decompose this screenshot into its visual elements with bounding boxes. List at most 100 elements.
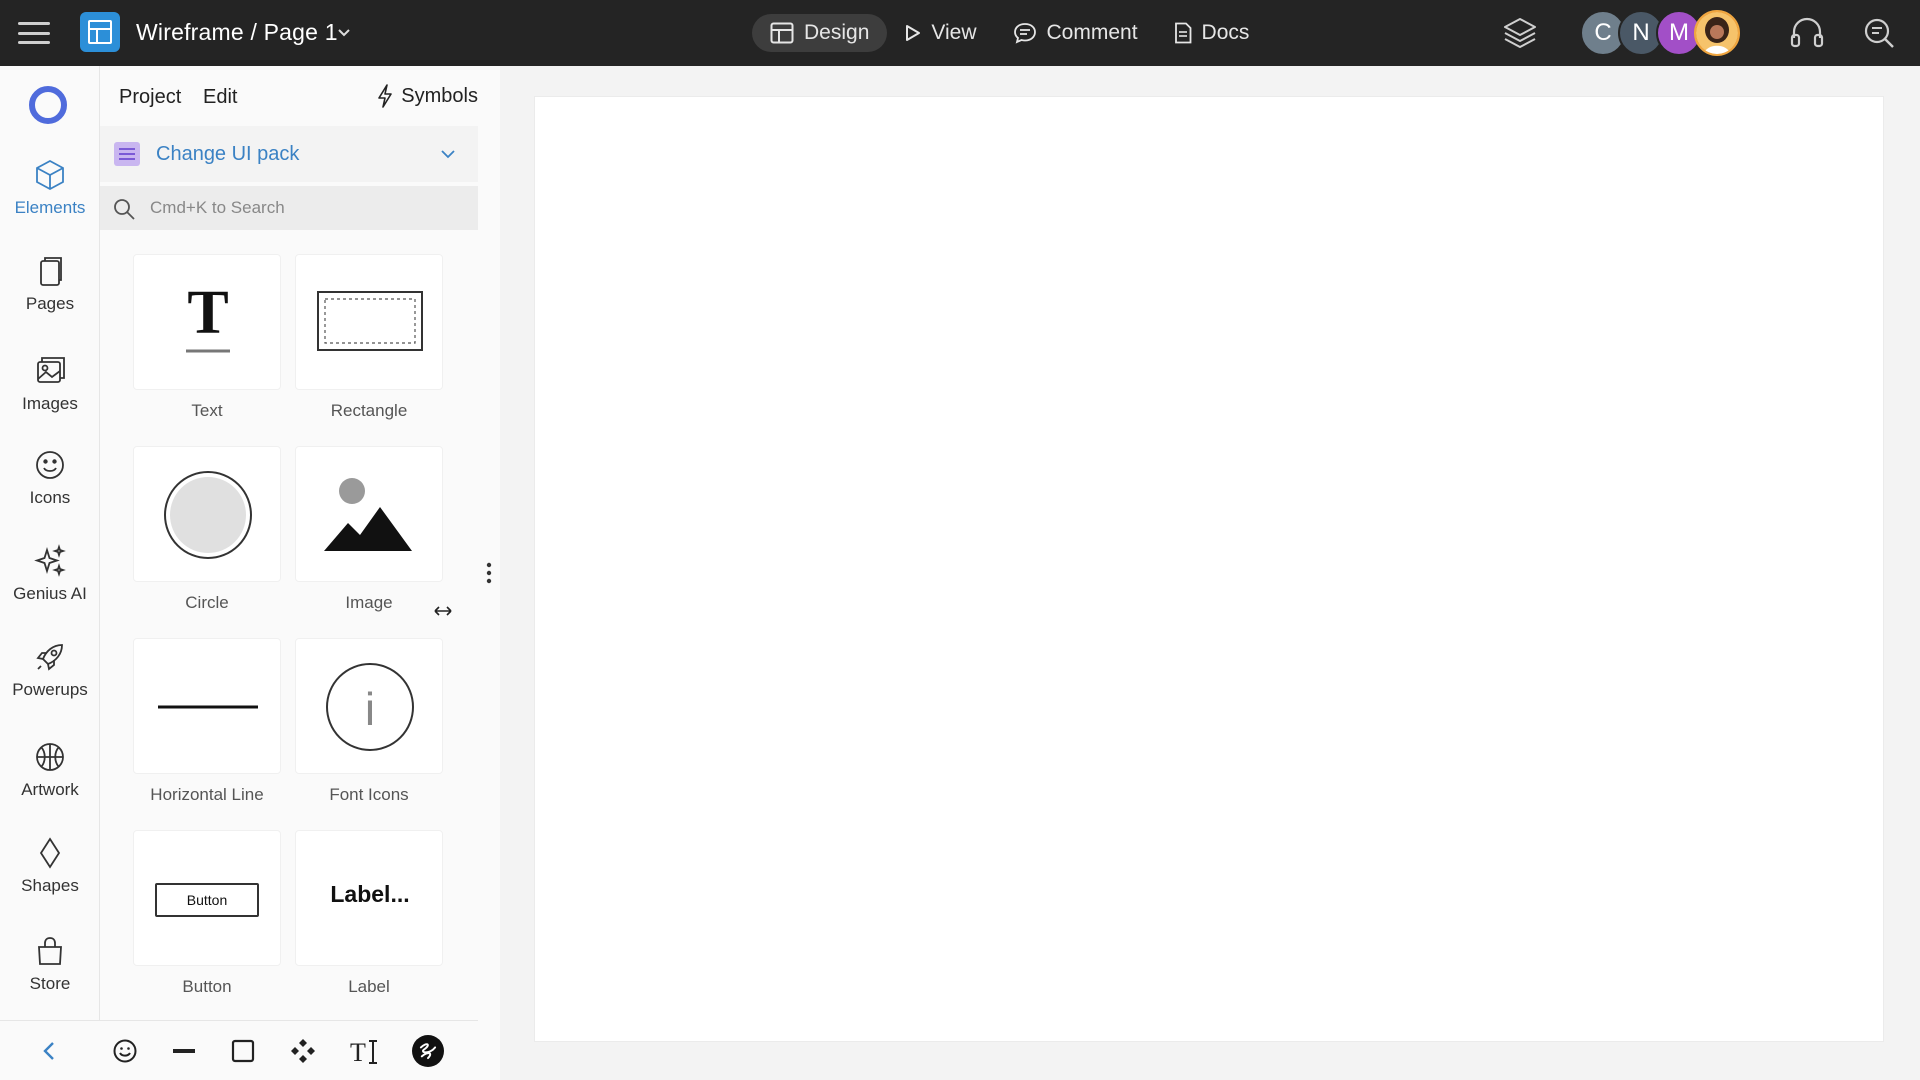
chevron-left-icon[interactable] <box>38 1039 62 1063</box>
element-search <box>100 186 478 230</box>
lightning-icon <box>378 84 393 108</box>
element-label: Image <box>345 593 393 612</box>
label-preview: Label... <box>296 881 444 908</box>
svg-text:T: T <box>187 279 228 347</box>
line-icon <box>173 1049 195 1053</box>
element-tile-label[interactable]: Label... <box>295 830 443 966</box>
rectangle-tool-button[interactable] <box>227 1035 259 1067</box>
element-tile-text[interactable]: T <box>133 254 281 390</box>
element-tile-rectangle[interactable] <box>295 254 443 390</box>
docs-label: Docs <box>1201 21 1250 44</box>
text-glyph-icon: T <box>186 279 230 353</box>
element-label: Text <box>191 401 223 420</box>
image-icon <box>324 478 412 551</box>
pages-icon <box>40 257 62 286</box>
component-tool-button[interactable] <box>287 1035 319 1067</box>
element-label: Button <box>182 977 232 996</box>
avatar-photo[interactable] <box>1694 10 1740 56</box>
search-input[interactable] <box>150 194 460 222</box>
rocket-icon <box>36 644 63 671</box>
images-icon <box>37 357 65 383</box>
emoji-tool-button[interactable] <box>109 1035 141 1067</box>
element-label: Rectangle <box>330 401 408 420</box>
element-label: Circle <box>185 593 229 612</box>
rail-label: Icons <box>29 488 71 507</box>
more-vertical-icon[interactable] <box>486 562 492 584</box>
sketch-tool-button[interactable] <box>412 1035 444 1067</box>
horizontal-line-icon <box>158 705 258 709</box>
rail-item-icons[interactable]: Icons <box>0 448 100 528</box>
svg-text:T: T <box>350 1038 366 1065</box>
chevron-down-icon <box>441 150 455 159</box>
tab-edit[interactable]: Edit <box>203 86 237 109</box>
layout-icon <box>770 22 794 44</box>
cube-icon <box>36 159 64 191</box>
rail-item-pages[interactable]: Pages <box>0 254 100 334</box>
rail-label: Artwork <box>21 780 79 799</box>
rail-label: Genius AI <box>13 584 87 603</box>
comment-icon <box>1013 23 1036 44</box>
line-tool-button[interactable] <box>168 1035 200 1067</box>
tab-project[interactable]: Project <box>119 86 181 109</box>
rectangle-icon <box>317 291 423 351</box>
chevron-down-icon[interactable] <box>336 24 352 40</box>
smiley-icon <box>36 451 64 479</box>
symbols-label: Symbols <box>401 84 478 107</box>
design-button[interactable]: Design <box>752 14 888 52</box>
artboard[interactable] <box>534 96 1884 1042</box>
element-tile-circle[interactable] <box>133 446 281 582</box>
label-preview-text: Label... <box>330 881 410 907</box>
ui-pack-icon <box>114 142 140 166</box>
comment-button[interactable]: Comment <box>995 14 1156 52</box>
brand-logo-icon[interactable] <box>29 86 67 124</box>
element-tile-button[interactable]: Button <box>133 830 281 966</box>
docs-button[interactable]: Docs <box>1156 14 1268 52</box>
element-tile-font-icons[interactable]: i <box>295 638 443 774</box>
sparkle-icon <box>34 544 66 577</box>
change-ui-pack-dropdown[interactable]: Change UI pack <box>100 126 478 182</box>
info-icon: i <box>326 663 414 751</box>
component-icon <box>291 1039 315 1063</box>
rail-item-shapes[interactable]: Shapes <box>0 836 100 916</box>
element-tile-image[interactable] <box>295 446 443 582</box>
symbols-button[interactable]: Symbols <box>377 84 478 108</box>
rail-item-store[interactable]: Store <box>0 934 100 1014</box>
scribble-icon <box>412 1035 444 1067</box>
rail-item-elements[interactable]: Elements <box>0 158 100 238</box>
mode-nav: Design View Comment Docs <box>752 14 1267 52</box>
ball-icon <box>36 743 64 771</box>
rail-item-genius-ai[interactable]: Genius AI <box>0 544 100 624</box>
menu-icon[interactable] <box>18 18 50 48</box>
quick-tools-toolbar: T <box>100 1020 478 1080</box>
circle-icon <box>164 471 252 559</box>
rail-item-powerups[interactable]: Powerups <box>0 640 100 720</box>
text-cursor-icon: T <box>350 1038 377 1065</box>
element-label: Font Icons <box>329 785 409 804</box>
headset-icon[interactable] <box>1788 14 1826 52</box>
document-title[interactable]: Wireframe / Page 1 <box>136 19 338 46</box>
comment-label: Comment <box>1046 21 1138 44</box>
user-photo-icon <box>1696 12 1738 54</box>
rail-label: Images <box>22 394 78 413</box>
rail-label: Powerups <box>12 680 88 699</box>
top-bar: Wireframe / Page 1 Design View Comment D… <box>0 0 1920 66</box>
panel-tabs: Project Edit Symbols <box>100 66 500 126</box>
search-icon[interactable] <box>1860 14 1898 52</box>
document-icon <box>1174 22 1191 44</box>
element-label: Horizontal Line <box>150 785 264 804</box>
rail-item-artwork[interactable]: Artwork <box>0 740 100 820</box>
diamond-icon <box>39 837 61 869</box>
svg-text:i: i <box>365 683 375 735</box>
text-tool-button[interactable]: T <box>349 1035 381 1067</box>
element-tile-horizontal-line[interactable] <box>133 638 281 774</box>
button-preview: Button <box>155 883 259 917</box>
canvas-area[interactable] <box>500 66 1920 1080</box>
rail-bottom <box>0 1020 100 1080</box>
rail-item-images[interactable]: Images <box>0 354 100 434</box>
left-rail: Elements Pages Images Icons Genius AI Po… <box>0 66 100 1080</box>
app-logo-icon[interactable] <box>80 12 120 52</box>
rail-label: Elements <box>14 198 86 217</box>
layers-icon[interactable] <box>1502 15 1538 51</box>
view-button[interactable]: View <box>887 14 994 52</box>
smiley-icon <box>113 1039 137 1063</box>
